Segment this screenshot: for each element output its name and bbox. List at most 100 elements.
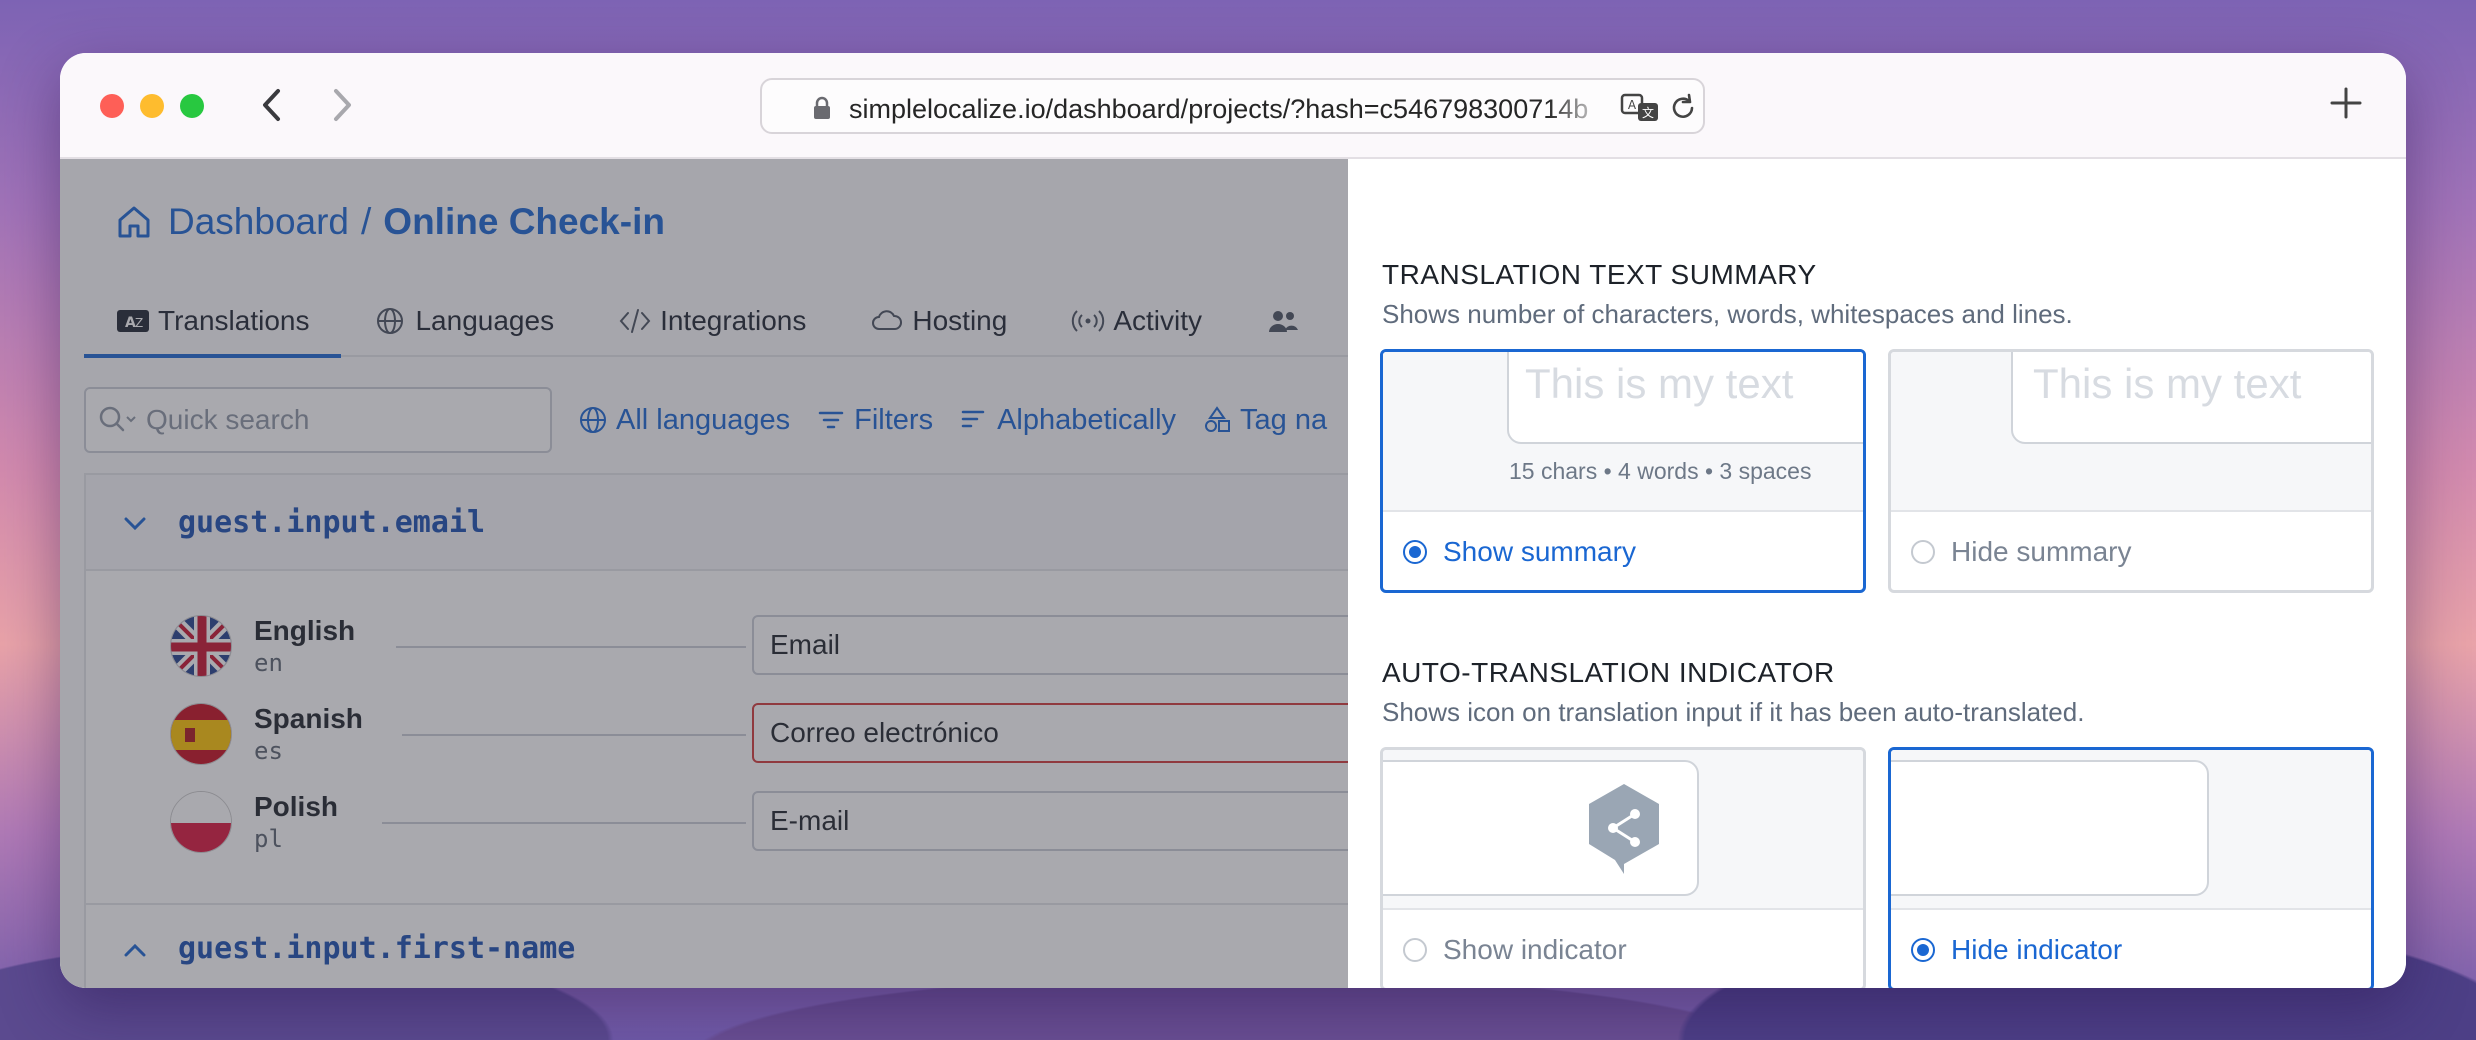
translation-row: Polish pl E-mail xyxy=(86,781,1372,869)
preview-input-box xyxy=(1891,760,2209,896)
hide-indicator-option[interactable]: Hide indicator xyxy=(1888,747,2374,988)
language-name: Polish xyxy=(254,791,339,822)
tab-translations[interactable]: AZ Translations xyxy=(84,286,342,358)
svg-text:文: 文 xyxy=(1642,105,1654,120)
svg-text:A: A xyxy=(1628,98,1637,112)
reload-icon[interactable] xyxy=(1668,92,1698,124)
tab-label: Hosting xyxy=(912,305,1008,336)
breadcrumb-current-project[interactable]: Online Check-in xyxy=(383,201,665,243)
globe-icon xyxy=(580,407,606,433)
translation-key-card: guest.input.email English en Email Spani… xyxy=(84,473,1372,903)
radio-selected-icon[interactable] xyxy=(1403,540,1427,564)
tab-team[interactable] xyxy=(1234,286,1340,356)
flag-uk-icon xyxy=(170,615,232,677)
breadcrumb-separator: / xyxy=(361,201,372,242)
home-icon[interactable] xyxy=(114,202,154,242)
row-divider-line xyxy=(402,734,746,736)
project-tabs: AZ Translations Languages Integrations H… xyxy=(84,286,1348,358)
translate-page-icon[interactable]: A文 xyxy=(1620,92,1660,124)
cloud-icon xyxy=(872,310,903,330)
url-text: simplelocalize.io/dashboard/projects/?ha… xyxy=(849,94,1589,124)
settings-side-panel: TRANSLATION TEXT SUMMARY Shows number of… xyxy=(1348,159,2406,988)
tab-label: Activity xyxy=(1113,305,1203,336)
address-bar[interactable]: simplelocalize.io/dashboard/projects/?ha… xyxy=(760,78,1705,134)
sort-button[interactable]: Alphabetically xyxy=(959,404,1176,437)
browser-window: simplelocalize.io/dashboard/projects/?ha… xyxy=(60,53,2406,988)
show-summary-option[interactable]: This is my text 15 chars • 4 words • 3 s… xyxy=(1380,349,1866,593)
translate-icon: AZ xyxy=(117,310,149,332)
tab-activity[interactable]: Activity xyxy=(1039,286,1234,356)
tag-names-label: Tag na xyxy=(1240,403,1328,436)
radio-selected-icon[interactable] xyxy=(1911,938,1935,962)
hide-summary-radio[interactable]: Hide summary xyxy=(1911,536,2131,568)
flag-poland-icon xyxy=(170,791,232,853)
hide-indicator-label: Hide indicator xyxy=(1951,934,2123,965)
zoom-window-button[interactable] xyxy=(180,94,204,118)
translation-input[interactable]: Correo electrónico xyxy=(752,703,1372,763)
language-name: English xyxy=(254,615,356,646)
translation-key-header[interactable]: guest.input.email xyxy=(86,475,1348,571)
indicator-section-description: Shows icon on translation input if it ha… xyxy=(1382,697,2085,727)
radio-unselected-icon[interactable] xyxy=(1403,938,1427,962)
tab-label: Translations xyxy=(158,305,310,336)
globe-icon xyxy=(377,308,404,334)
filters-button[interactable]: Filters xyxy=(816,404,933,437)
tab-label: Integrations xyxy=(660,305,807,336)
browser-titlebar: simplelocalize.io/dashboard/projects/?ha… xyxy=(60,53,2406,159)
search-placeholder: Quick search xyxy=(146,404,310,435)
filter-icon xyxy=(818,411,844,429)
filters-label: Filters xyxy=(854,403,934,436)
back-arrow-icon[interactable] xyxy=(252,81,292,129)
summary-section-description: Shows number of characters, words, white… xyxy=(1382,299,2073,329)
translation-row: English en Email xyxy=(86,605,1372,693)
translations-toolbar: Quick search All languages Filters Alpha… xyxy=(84,387,1327,453)
forward-arrow-icon[interactable] xyxy=(322,81,362,129)
indicator-section-title: AUTO-TRANSLATION INDICATOR xyxy=(1382,657,1835,688)
tab-integrations[interactable]: Integrations xyxy=(586,286,838,356)
tab-hosting[interactable]: Hosting xyxy=(838,286,1039,356)
show-summary-radio[interactable]: Show summary xyxy=(1403,536,1636,568)
translation-row: Spanish es Correo electrónico xyxy=(86,693,1372,781)
sort-label: Alphabetically xyxy=(997,403,1177,436)
search-icon xyxy=(99,406,136,432)
all-languages-button[interactable]: All languages xyxy=(578,404,790,437)
summary-section-title: TRANSLATION TEXT SUMMARY xyxy=(1382,259,1817,290)
indicator-preview xyxy=(1383,750,1863,910)
language-code: es xyxy=(254,737,283,765)
close-window-button[interactable] xyxy=(100,94,124,118)
hide-summary-option[interactable]: This is my text Hide summary xyxy=(1888,349,2374,593)
tab-label: Languages xyxy=(415,305,555,336)
hide-summary-label: Hide summary xyxy=(1951,536,2132,567)
show-indicator-radio[interactable]: Show indicator xyxy=(1403,934,1627,966)
breadcrumb-dashboard-link[interactable]: Dashboard xyxy=(168,201,349,243)
translation-key-header[interactable]: guest.input.first-name xyxy=(84,903,1348,988)
language-name: Spanish xyxy=(254,703,363,734)
summary-preview: This is my text xyxy=(1891,352,2371,512)
translation-key-name: guest.input.first-name xyxy=(178,931,576,966)
flag-spain-icon xyxy=(170,703,232,765)
broadcast-icon xyxy=(1072,310,1105,332)
new-tab-plus-icon[interactable] xyxy=(2326,83,2366,123)
quick-search-input[interactable]: Quick search xyxy=(84,387,552,453)
tag-names-button[interactable]: Tag na xyxy=(1202,404,1327,437)
app-background-page: Dashboard / Online Check-in AZ Translati… xyxy=(60,159,1372,988)
summary-preview: This is my text 15 chars • 4 words • 3 s… xyxy=(1383,352,1863,512)
chevron-up-icon[interactable] xyxy=(120,935,150,965)
minimize-window-button[interactable] xyxy=(140,94,164,118)
translation-input[interactable]: E-mail xyxy=(752,791,1372,851)
breadcrumb: Dashboard / Online Check-in xyxy=(114,201,665,243)
indicator-preview xyxy=(1891,750,2371,910)
row-divider-line xyxy=(382,822,746,824)
show-summary-label: Show summary xyxy=(1443,536,1636,567)
hide-indicator-radio[interactable]: Hide indicator xyxy=(1911,934,2122,966)
translation-input[interactable]: Email xyxy=(752,615,1372,675)
translation-key-name: guest.input.email xyxy=(178,505,486,540)
shapes-icon xyxy=(1205,406,1231,432)
chevron-down-icon[interactable] xyxy=(120,509,150,539)
preview-text: This is my text xyxy=(1525,360,1794,407)
all-languages-label: All languages xyxy=(616,403,791,436)
show-indicator-option[interactable]: Show indicator xyxy=(1380,747,1866,988)
radio-unselected-icon[interactable] xyxy=(1911,540,1935,564)
language-code: en xyxy=(254,649,283,677)
tab-languages[interactable]: Languages xyxy=(341,286,586,356)
